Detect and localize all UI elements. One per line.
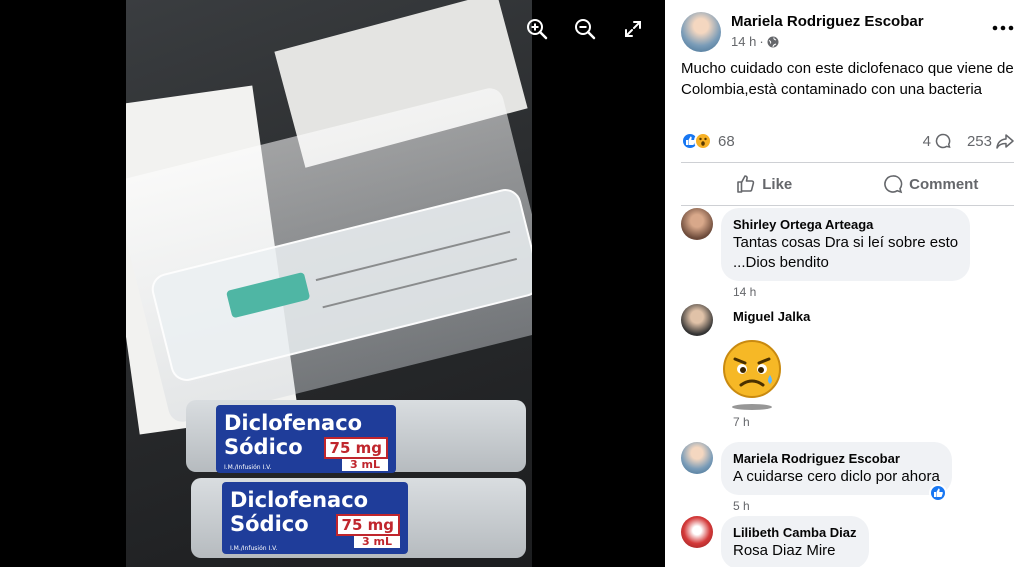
share-count: 253 xyxy=(966,132,992,150)
like-button[interactable]: Like xyxy=(681,163,848,205)
post-stats: 4 253 xyxy=(923,133,1014,150)
label-volume: 3 mL xyxy=(342,459,388,471)
commenter-avatar[interactable] xyxy=(681,442,713,474)
photo-viewer: Diclofenaco Sódico 75 mg 3 mL I.M./Infus… xyxy=(0,0,665,567)
comment-body: Mariela Rodriguez Escobar A cuidarse cer… xyxy=(721,442,952,513)
comment-bubble: Shirley Ortega Arteaga Tantas cosas Dra … xyxy=(721,208,971,281)
comment-button[interactable]: Comment xyxy=(848,163,1015,205)
comment-bubble: Lilibeth Camba Diaz Rosa Diaz Mire xyxy=(721,516,869,567)
comment-bubble: Mariela Rodriguez Escobar A cuidarse cer… xyxy=(721,442,952,495)
label-line1: Diclofenaco xyxy=(224,411,363,435)
comment-body: Shirley Ortega Arteaga Tantas cosas Dra … xyxy=(721,208,971,299)
zoom-in-icon xyxy=(527,19,548,40)
post-header: Mariela Rodriguez Escobar 14 h · xyxy=(681,12,1014,52)
author-avatar[interactable] xyxy=(681,12,721,52)
fullscreen-button[interactable] xyxy=(618,14,648,44)
label-route: I.M./Infusión I.V. xyxy=(224,464,272,471)
comment-count-stat[interactable]: 4 xyxy=(923,133,951,150)
comment-time[interactable]: 14 h xyxy=(733,285,970,299)
more-options-button[interactable] xyxy=(992,14,1014,37)
ampoule-label-top: Diclofenaco Sódico 75 mg 3 mL I.M./Infus… xyxy=(216,405,396,473)
more-horizontal-icon xyxy=(992,25,1014,31)
zoom-out-button[interactable] xyxy=(570,14,600,44)
globe-icon xyxy=(767,36,779,47)
reactions-row: 68 4 253 xyxy=(681,128,1014,154)
share-count-stat[interactable]: 253 xyxy=(967,133,1014,150)
label-route: I.M./Infusión I.V. xyxy=(230,545,278,552)
label-dose: 75 mg xyxy=(323,437,388,459)
like-label: Like xyxy=(762,175,793,193)
viewer-controls xyxy=(522,14,648,44)
commenter-name[interactable]: Miguel Jalka xyxy=(733,308,810,325)
comment-bubble-icon xyxy=(935,133,951,149)
post-time[interactable]: 14 h xyxy=(731,34,756,49)
label-line1: Diclofenaco xyxy=(230,488,369,512)
comment-text: Rosa Diaz Mire xyxy=(733,542,836,559)
zoom-out-icon xyxy=(575,19,596,40)
comment-body: Lilibeth Camba Diaz Rosa Diaz Mire xyxy=(721,516,869,567)
comment-item: Shirley Ortega Arteaga Tantas cosas Dra … xyxy=(681,208,1021,299)
commenter-name[interactable]: Mariela Rodriguez Escobar xyxy=(733,450,940,467)
syringe-plunger xyxy=(225,271,311,319)
comment-text: A cuidarse cero diclo por ahora xyxy=(733,468,940,485)
ampoule-label-bottom: Diclofenaco Sódico 75 mg 3 mL I.M./Infus… xyxy=(222,482,408,554)
share-arrow-icon xyxy=(996,134,1014,149)
comment-item: Miguel Jalka 7 h xyxy=(681,304,1021,429)
author-name[interactable]: Mariela Rodriguez Escobar xyxy=(731,13,924,30)
comment-count: 4 xyxy=(922,132,931,150)
post-side-panel: Mariela Rodriguez Escobar 14 h · Mucho c… xyxy=(665,0,1024,567)
expand-icon xyxy=(625,21,641,37)
post-text: Mucho cuidado con este diclofenaco que v… xyxy=(681,60,1014,98)
comment-item: Mariela Rodriguez Escobar A cuidarse cer… xyxy=(681,442,1021,513)
commenter-name[interactable]: Lilibeth Camba Diaz xyxy=(733,524,857,541)
label-volume: 3 mL xyxy=(354,536,400,548)
label-dose: 75 mg xyxy=(335,514,400,536)
post-meta: 14 h · xyxy=(731,34,924,49)
post-photo: Diclofenaco Sódico 75 mg 3 mL I.M./Infus… xyxy=(126,0,532,567)
reaction-count[interactable]: 68 xyxy=(718,133,735,150)
comment-text-line: Tantas cosas Dra si leí sobre esto xyxy=(733,234,959,251)
syringe-scale xyxy=(315,230,518,309)
worried-emoji-sticker xyxy=(723,340,781,410)
wow-reaction-icon[interactable] xyxy=(694,132,712,150)
like-reaction-icon xyxy=(934,488,943,497)
zoom-in-button[interactable] xyxy=(522,14,552,44)
comment-header: Miguel Jalka xyxy=(721,304,822,325)
post-action-bar: Like Comment xyxy=(681,162,1014,206)
commenter-name[interactable]: Shirley Ortega Arteaga xyxy=(733,216,958,233)
comment-time[interactable]: 7 h xyxy=(733,415,822,429)
comment-body: Miguel Jalka 7 h xyxy=(721,304,822,429)
comment-item: Lilibeth Camba Diaz Rosa Diaz Mire xyxy=(681,516,1021,567)
commenter-avatar[interactable] xyxy=(681,208,713,240)
commenter-avatar[interactable] xyxy=(681,516,713,548)
comment-label: Comment xyxy=(909,175,979,193)
meta-separator: · xyxy=(759,34,764,49)
comment-text-line: ...Dios bendito xyxy=(733,254,829,271)
comment-icon xyxy=(884,175,903,194)
post-author-block: Mariela Rodriguez Escobar 14 h · xyxy=(731,12,924,49)
thumbs-up-icon xyxy=(737,175,755,193)
comment-like-badge[interactable] xyxy=(929,484,947,502)
commenter-avatar[interactable] xyxy=(681,304,713,336)
comment-time[interactable]: 5 h xyxy=(733,499,952,513)
